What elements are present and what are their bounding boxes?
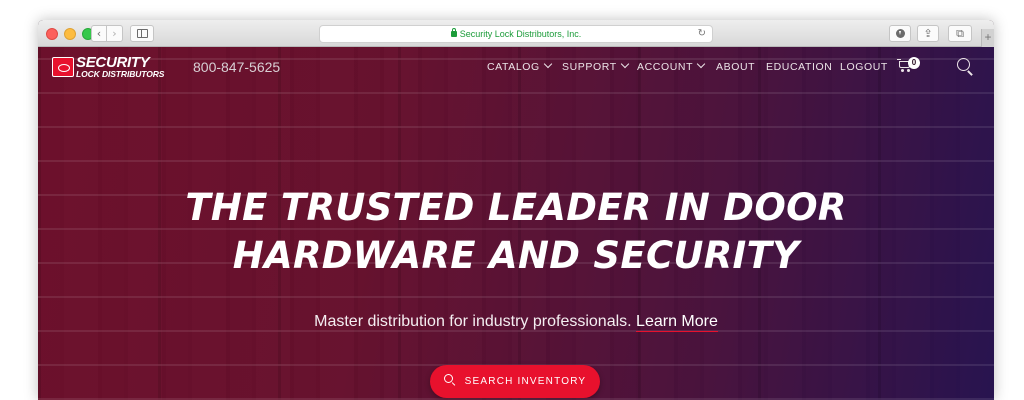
- hero-subtitle-text: Master distribution for industry profess…: [314, 313, 632, 330]
- sidebar-toggle-button[interactable]: [130, 25, 154, 42]
- search-icon[interactable]: [957, 58, 974, 76]
- address-text: Security Lock Distributors, Inc.: [459, 29, 582, 39]
- nav-label: CATALOG: [487, 61, 540, 73]
- nav-label: ABOUT: [716, 61, 756, 73]
- nav-label: ACCOUNT: [637, 61, 694, 73]
- share-button[interactable]: ⇪: [917, 25, 939, 42]
- share-icon: ⇪: [923, 27, 933, 40]
- sidebar-icon: [137, 29, 148, 38]
- address-bar[interactable]: Security Lock Distributors, Inc. ↻: [319, 25, 713, 43]
- download-icon: [895, 29, 905, 38]
- nav-label: SUPPORT: [562, 61, 617, 73]
- tabs-icon: ⧉: [956, 27, 964, 40]
- chevron-right-icon: ›: [112, 27, 117, 40]
- nav-item-about[interactable]: ABOUT: [716, 61, 755, 73]
- back-button[interactable]: ‹: [91, 25, 107, 42]
- browser-window: ‹ › Security Lock Distributors, Inc. ↻ ⇪…: [38, 20, 994, 400]
- chevron-left-icon: ‹: [96, 27, 102, 40]
- logo-wordmark-bottom: LOCK DISTRIBUTORS: [76, 69, 165, 79]
- browser-toolbar: ‹ › Security Lock Distributors, Inc. ↻ ⇪…: [38, 20, 994, 47]
- nav-item-catalog[interactable]: CATALOG: [487, 59, 553, 73]
- lock-logo-icon: [52, 57, 74, 77]
- nav-item-education[interactable]: EDUCATION: [766, 61, 832, 73]
- search-inventory-button[interactable]: SEARCH INVENTORY: [430, 365, 600, 398]
- lock-icon: [450, 28, 457, 37]
- hero-section: SECURITY LOCK DISTRIBUTORS 800-847-5625 …: [38, 47, 994, 400]
- hero-title-line-2: HARDWARE AND SECURITY: [232, 234, 800, 277]
- hero-title-line-1: THE TRUSTED LEADER IN DOOR: [185, 186, 847, 229]
- cart-count-badge: 0: [908, 57, 920, 69]
- cart-button[interactable]: 0: [897, 57, 923, 75]
- nav-item-account[interactable]: ACCOUNT: [637, 59, 706, 73]
- nav-item-logout[interactable]: LOGOUT: [840, 61, 888, 73]
- downloads-button[interactable]: [889, 25, 911, 42]
- nav-label: EDUCATION: [766, 61, 833, 73]
- nav-item-support[interactable]: SUPPORT: [562, 59, 630, 73]
- search-inventory-label: SEARCH INVENTORY: [464, 376, 587, 387]
- new-tab-button[interactable]: +: [981, 29, 994, 47]
- search-icon: [443, 374, 456, 386]
- reload-icon[interactable]: ↻: [698, 26, 706, 42]
- learn-more-link[interactable]: Learn More: [636, 313, 718, 332]
- nav-label: LOGOUT: [840, 61, 888, 73]
- hero-title: THE TRUSTED LEADER IN DOOR HARDWARE AND …: [38, 184, 994, 280]
- show-tabs-button[interactable]: ⧉: [948, 25, 972, 42]
- chevron-down-icon: [543, 59, 553, 69]
- chevron-down-icon: [620, 59, 630, 69]
- forward-button[interactable]: ›: [107, 25, 123, 42]
- site-logo[interactable]: SECURITY LOCK DISTRIBUTORS: [52, 54, 172, 79]
- minimize-window-button[interactable]: [64, 28, 76, 40]
- close-window-button[interactable]: [46, 28, 58, 40]
- chevron-down-icon: [696, 59, 706, 69]
- hero-subtitle: Master distribution for industry profess…: [38, 313, 994, 332]
- phone-number[interactable]: 800-847-5625: [193, 59, 280, 75]
